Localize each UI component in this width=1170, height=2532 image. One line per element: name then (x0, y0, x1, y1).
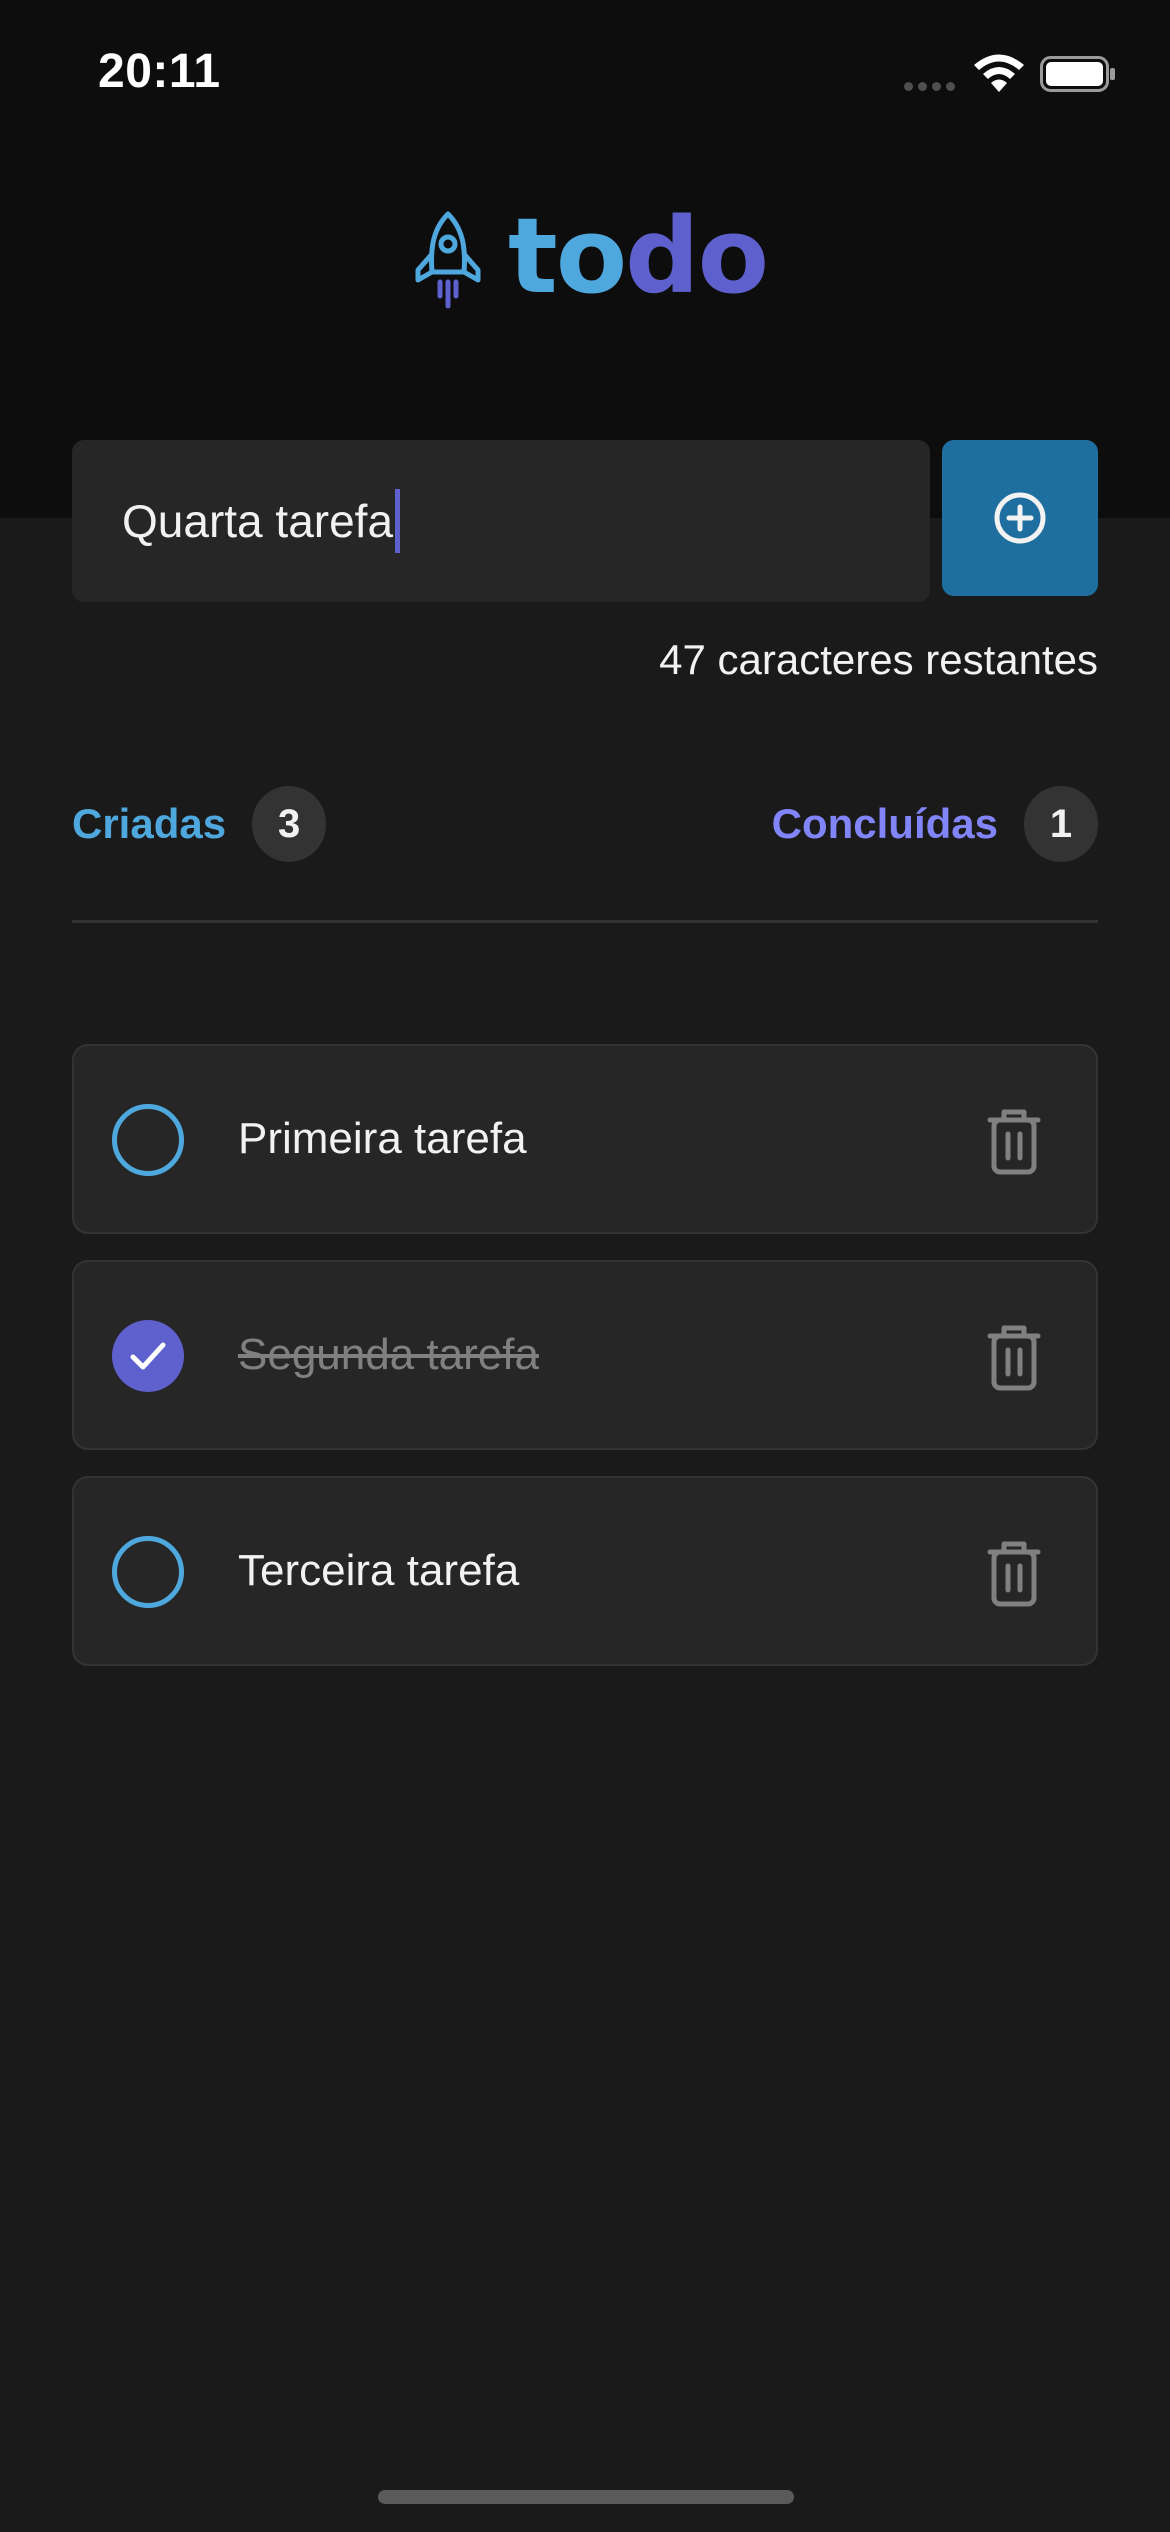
check-icon (130, 1342, 166, 1370)
logo-text-to: to (508, 195, 627, 317)
signal-icon (904, 78, 960, 92)
remaining-characters: 47 caracteres restantes (659, 636, 1098, 683)
status-bar: 20:11 (0, 0, 1170, 150)
status-time: 20:11 (98, 45, 221, 98)
task-title: Terceira tarefa (238, 1546, 520, 1595)
home-indicator[interactable] (378, 2490, 794, 2504)
add-task-button[interactable] (942, 440, 1098, 596)
new-task-input-value: Quarta tarefa (122, 495, 394, 547)
wifi-icon (974, 54, 1024, 92)
trash-icon[interactable] (984, 1538, 1044, 1608)
task-item: Terceira tarefa (72, 1476, 1098, 1666)
rocket-icon (415, 211, 481, 309)
trash-icon[interactable] (984, 1322, 1044, 1392)
task-item: Primeira tarefa (72, 1044, 1098, 1234)
battery-icon (1040, 56, 1115, 92)
new-task-row: Quarta tarefa (72, 440, 1098, 602)
plus-circle-icon (994, 492, 1046, 544)
logo-text-do: do (625, 195, 769, 317)
text-cursor (395, 488, 401, 553)
task-item: Segunda tarefa (72, 1260, 1098, 1450)
divider (72, 920, 1098, 923)
app-logo: todo (412, 200, 772, 312)
new-task-input[interactable]: Quarta tarefa (72, 440, 930, 602)
task-counters: Criadas 3 Concluídas 1 (72, 784, 1098, 864)
created-label: Criadas (72, 800, 227, 847)
created-count-badge: 3 (252, 786, 327, 862)
task-checkbox-checked[interactable] (112, 1320, 184, 1392)
app-screen: 20:11 todo Quarta tarefa 47 caracteres r… (0, 0, 1170, 2532)
task-title: Primeira tarefa (238, 1114, 527, 1163)
done-counter: Concluídas 1 (772, 784, 1098, 864)
trash-icon[interactable] (984, 1106, 1044, 1176)
task-checkbox[interactable] (112, 1536, 184, 1608)
task-list: Primeira tarefa Segunda tarefa Terceira … (72, 1044, 1098, 1692)
task-checkbox[interactable] (112, 1104, 184, 1176)
task-title: Segunda tarefa (238, 1330, 539, 1379)
done-label: Concluídas (771, 800, 998, 847)
logo-text: todo (508, 200, 769, 312)
created-counter: Criadas 3 (72, 784, 327, 864)
done-count-badge: 1 (1024, 786, 1098, 862)
